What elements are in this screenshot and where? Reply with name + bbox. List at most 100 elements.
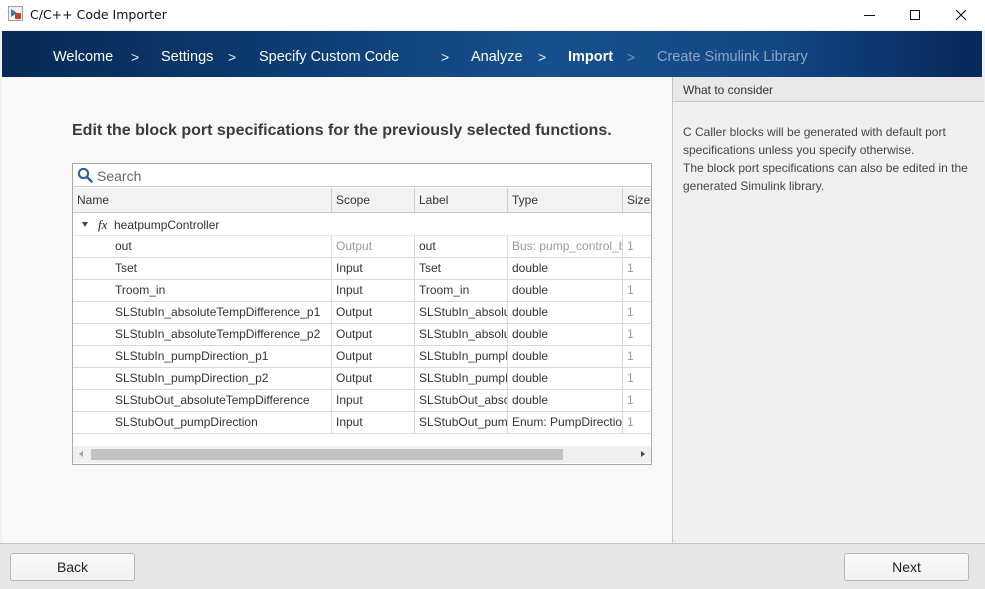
cell-size[interactable]: 1 (623, 412, 651, 433)
column-header-type[interactable]: Type (508, 188, 623, 213)
cell-label[interactable]: Troom_in (415, 280, 508, 301)
table-row[interactable]: Troom_in Input Troom_in double 1 (73, 280, 651, 302)
minimize-button[interactable] (846, 0, 892, 30)
cell-size[interactable]: 1 (623, 258, 651, 279)
cell-name: Tset (73, 258, 332, 279)
cell-type[interactable]: Bus: pump_control_bus (508, 236, 623, 257)
scrollbar-thumb[interactable] (91, 449, 563, 460)
table-row[interactable]: SLStubIn_pumpDirection_p2 Output SLStubIn_… (73, 368, 651, 390)
cell-type[interactable]: double (508, 368, 623, 389)
step-analyze: Analyze (471, 49, 523, 65)
close-icon (955, 9, 967, 21)
table-row[interactable]: SLStubIn_pumpDirection_p1 Output SLStubIn_… (73, 346, 651, 368)
step-separator: > (131, 49, 140, 65)
cell-scope[interactable]: Output (332, 346, 415, 367)
title-bar: C/C++ Code Importer (0, 0, 985, 30)
table-row[interactable]: SLStubIn_absoluteTempDifference_p2 Output… (73, 324, 651, 346)
cell-label[interactable]: SLStubOut_absoluteTempDifference (415, 390, 508, 411)
cell-scope[interactable]: Input (332, 280, 415, 301)
step-separator: > (441, 49, 450, 65)
footer-bar: Back Next (0, 543, 985, 589)
cell-type[interactable]: double (508, 280, 623, 301)
cell-label[interactable]: SLStubIn_pumpDirection_p2 (415, 368, 508, 389)
wizard-steps-bar: Welcome > Settings > Specify Custom Code… (2, 31, 982, 77)
step-create-simulink-library: Create Simulink Library (657, 49, 808, 65)
cell-name: Troom_in (73, 280, 332, 301)
cell-label[interactable]: Tset (415, 258, 508, 279)
cell-size[interactable]: 1 (623, 236, 651, 257)
step-separator: > (627, 49, 636, 65)
step-import: Import (568, 49, 614, 65)
search-icon (77, 167, 93, 183)
step-welcome: Welcome (53, 49, 114, 65)
step-separator: > (228, 49, 237, 65)
cell-scope[interactable]: Output (332, 302, 415, 323)
close-button[interactable] (938, 0, 984, 30)
cell-label[interactable]: SLStubOut_pumpDirection (415, 412, 508, 433)
scroll-right-icon[interactable] (641, 451, 645, 457)
cell-label[interactable]: SLStubIn_pumpDirection_p1 (415, 346, 508, 367)
table-header: Name Scope Label Type Size (73, 188, 651, 213)
column-header-size[interactable]: Size (623, 188, 651, 213)
table-row[interactable]: SLStubIn_absoluteTempDifference_p1 Output… (73, 302, 651, 324)
cell-size[interactable]: 1 (623, 346, 651, 367)
column-header-label[interactable]: Label (415, 188, 508, 213)
port-spec-table: Name Scope Label Type Size fx heatpumpCo… (73, 188, 651, 438)
app-icon (8, 6, 23, 21)
cell-type[interactable]: double (508, 390, 623, 411)
cell-size[interactable]: 1 (623, 390, 651, 411)
side-panel-text: The block port specifications can also b… (683, 161, 968, 193)
cell-size[interactable]: 1 (623, 280, 651, 301)
side-panel-text: C Caller blocks will be generated with d… (683, 125, 946, 157)
scroll-left-icon[interactable] (79, 451, 83, 457)
search-input[interactable] (97, 166, 637, 185)
page-heading: Edit the block port specifications for t… (72, 122, 612, 139)
cell-scope[interactable]: Input (332, 412, 415, 433)
main-panel: Edit the block port specifications for t… (2, 77, 672, 543)
table-row[interactable]: outOutputoutBus: pump_control_bus1 (73, 236, 651, 258)
fx-icon: fx (98, 217, 108, 232)
function-name: heatpumpController (114, 218, 220, 232)
cell-label[interactable]: out (415, 236, 508, 257)
cell-type[interactable]: double (508, 302, 623, 323)
cell-name: SLStubOut_pumpDirection (73, 412, 332, 433)
cell-name: out (73, 236, 332, 257)
cell-name: SLStubIn_absoluteTempDifference_p1 (73, 302, 332, 323)
cell-name: SLStubIn_pumpDirection_p1 (73, 346, 332, 367)
side-panel-title: What to consider (683, 83, 774, 97)
cell-type[interactable]: Enum: PumpDirection (508, 412, 623, 433)
cell-type[interactable]: double (508, 258, 623, 279)
step-separator: > (538, 49, 547, 65)
maximize-icon (910, 10, 920, 20)
cell-type[interactable]: double (508, 346, 623, 367)
column-header-name[interactable]: Name (73, 188, 332, 213)
maximize-button[interactable] (892, 0, 938, 30)
table-row[interactable]: SLStubOut_absoluteTempDifference Input SLS… (73, 390, 651, 412)
cell-scope[interactable]: Output (332, 368, 415, 389)
cell-scope[interactable]: Input (332, 390, 415, 411)
cell-scope[interactable]: Output (332, 324, 415, 345)
cell-label[interactable]: SLStubIn_absoluteTempDifference_p1 (415, 302, 508, 323)
cell-size[interactable]: 1 (623, 324, 651, 345)
search-bar (73, 164, 651, 187)
table-row[interactable]: Tset Input Tset double 1 (73, 258, 651, 280)
side-panel-body: C Caller blocks will be generated with d… (683, 123, 978, 195)
cell-size[interactable]: 1 (623, 302, 651, 323)
cell-scope[interactable]: Output (332, 236, 415, 257)
column-header-scope[interactable]: Scope (332, 188, 415, 213)
cell-size[interactable]: 1 (623, 368, 651, 389)
window-title: C/C++ Code Importer (30, 7, 167, 22)
expand-caret-icon[interactable] (82, 222, 88, 227)
what-to-consider-panel: What to consider C Caller blocks will be… (672, 77, 984, 543)
function-group-row[interactable]: fx heatpumpController (73, 214, 651, 236)
cell-name: SLStubOut_absoluteTempDifference (73, 390, 332, 411)
cell-type[interactable]: double (508, 324, 623, 345)
minimize-icon (863, 14, 875, 16)
table-row[interactable]: SLStubOut_pumpDirection Input SLStubOut_pu… (73, 412, 651, 434)
cell-label[interactable]: SLStubIn_absoluteTempDifference_p2 (415, 324, 508, 345)
horizontal-scrollbar[interactable] (73, 446, 651, 463)
side-panel-header: What to consider (673, 77, 984, 102)
cell-scope[interactable]: Input (332, 258, 415, 279)
next-button[interactable]: Next (844, 553, 969, 581)
back-button[interactable]: Back (10, 553, 135, 581)
